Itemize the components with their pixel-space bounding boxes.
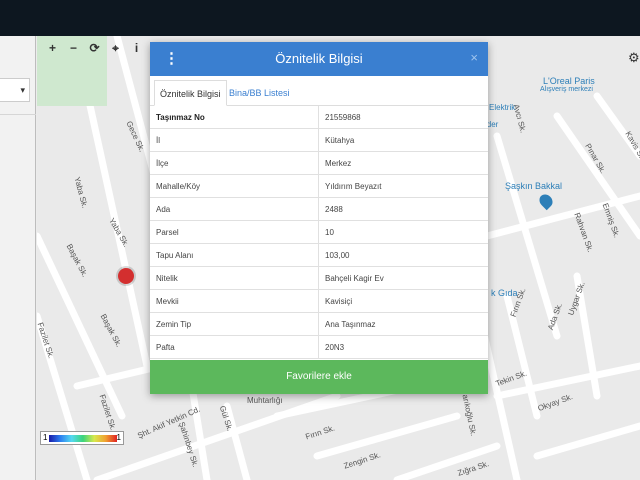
table-row: Nitelik Bahçeli Kagir Ev bbox=[150, 267, 488, 290]
row-key: İl bbox=[156, 136, 160, 145]
add-favorite-button[interactable]: Favorilere ekle bbox=[150, 360, 488, 394]
gear-icon[interactable]: ⚙ bbox=[628, 50, 640, 66]
locate-icon[interactable]: ⌖ bbox=[105, 40, 126, 56]
table-row: Pafta 20N3 bbox=[150, 336, 488, 359]
row-value: Bahçeli Kagir Ev bbox=[325, 274, 384, 283]
row-value: 2488 bbox=[325, 205, 343, 214]
close-icon[interactable]: × bbox=[470, 50, 478, 65]
poi-label: Muhtarlığı bbox=[247, 396, 283, 405]
row-key: İlçe bbox=[156, 159, 169, 168]
table-row: Tapu Alanı 103,00 bbox=[150, 244, 488, 267]
row-key: Nitelik bbox=[156, 274, 178, 283]
modal-title: Öznitelik Bilgisi bbox=[275, 51, 363, 66]
refresh-icon[interactable]: ⟳ bbox=[84, 40, 105, 56]
row-value: Merkez bbox=[325, 159, 352, 168]
row-value: Kavisiçi bbox=[325, 297, 353, 306]
row-value: 10 bbox=[325, 228, 334, 237]
table-row: Zemin Tip Ana Taşınmaz bbox=[150, 313, 488, 336]
row-value: Ana Taşınmaz bbox=[325, 320, 376, 329]
chevron-down-icon: ▾ bbox=[20, 85, 25, 95]
layer-select[interactable]: ▾ bbox=[0, 78, 30, 102]
divider bbox=[0, 114, 36, 115]
table-row: Ada 2488 bbox=[150, 198, 488, 221]
poi-label: Şaşkın Bakkal bbox=[505, 181, 563, 191]
row-value: Yıldırım Beyazıt bbox=[325, 182, 382, 191]
tab-building-list[interactable]: Bina/BB Listesi bbox=[224, 80, 295, 106]
table-row: Taşınmaz No 21559868 bbox=[150, 106, 488, 129]
row-key: Mahalle/Köy bbox=[156, 182, 201, 191]
table-row: Mahalle/Köy Yıldırım Beyazıt bbox=[150, 175, 488, 198]
poi-sublabel: Alışveriş merkezi bbox=[540, 86, 593, 93]
plus-icon[interactable]: + bbox=[42, 40, 63, 56]
attribute-table: Taşınmaz No 21559868 İl Kütahya İlçe Merkez… bbox=[150, 106, 488, 359]
info-icon[interactable]: i bbox=[126, 40, 147, 56]
table-row: Mevkii Kavisiçi bbox=[150, 290, 488, 313]
legend-max: 1 bbox=[116, 433, 121, 442]
modal-header: ⋮ Öznitelik Bilgisi × bbox=[150, 42, 488, 76]
modal-tabs: Öznitelik Bilgisi Bina/BB Listesi bbox=[150, 76, 488, 106]
poi-label: L'Oreal Paris bbox=[543, 76, 595, 86]
row-value: 103,00 bbox=[325, 251, 350, 260]
poi-label: Elektrik bbox=[489, 103, 516, 112]
map-toolbar: + − ⟳ ⌖ i bbox=[42, 40, 147, 56]
row-value: 20N3 bbox=[325, 343, 345, 352]
row-key: Ada bbox=[156, 205, 171, 214]
top-bar bbox=[0, 0, 640, 36]
table-row: Parsel 10 bbox=[150, 221, 488, 244]
table-row: İlçe Merkez bbox=[150, 152, 488, 175]
left-panel: ▾ bbox=[0, 36, 36, 480]
row-key: Taşınmaz No bbox=[156, 113, 205, 122]
row-key: Tapu Alanı bbox=[156, 251, 194, 260]
row-key: Parsel bbox=[156, 228, 179, 237]
row-value: Kütahya bbox=[325, 136, 355, 145]
tab-attribute-info[interactable]: Öznitelik Bilgisi bbox=[154, 80, 227, 106]
minus-icon[interactable]: − bbox=[63, 40, 84, 56]
legend-min: 1 bbox=[43, 433, 48, 442]
row-key: Mevkii bbox=[156, 297, 179, 306]
row-value: 21559868 bbox=[325, 113, 361, 122]
attribute-modal: ⋮ Öznitelik Bilgisi × Öznitelik Bilgisi … bbox=[150, 42, 488, 394]
legend-gradient bbox=[49, 435, 117, 442]
location-marker[interactable] bbox=[118, 268, 134, 284]
row-key: Zemin Tip bbox=[156, 320, 192, 329]
table-row: İl Kütahya bbox=[150, 129, 488, 152]
poi-label: k Gıda bbox=[491, 288, 518, 298]
row-key: Pafta bbox=[156, 343, 175, 352]
heatmap-legend: 1 1 bbox=[40, 431, 124, 445]
